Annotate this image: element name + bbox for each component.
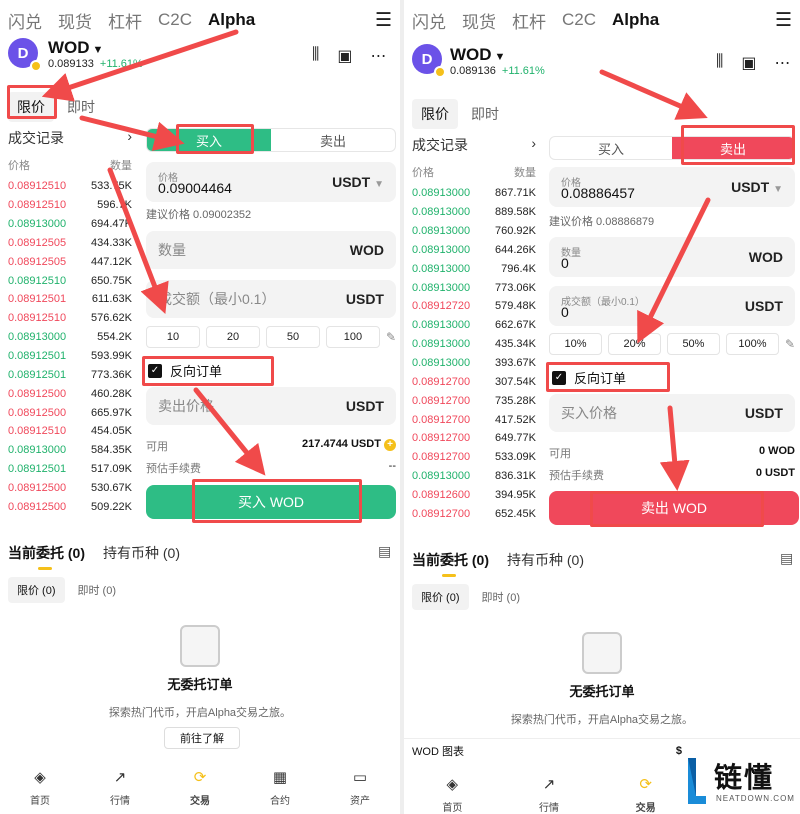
arrow-to-buy (79, 115, 185, 151)
arrow-to-amount (107, 167, 169, 315)
arrow-to-sell-button (659, 405, 690, 491)
annotation-arrows (41, 29, 711, 491)
arrow-to-limit (41, 29, 239, 102)
arrow-to-sell (599, 69, 708, 120)
arrow-to-buy-button (193, 387, 266, 476)
arrow-to-percent (637, 197, 711, 344)
